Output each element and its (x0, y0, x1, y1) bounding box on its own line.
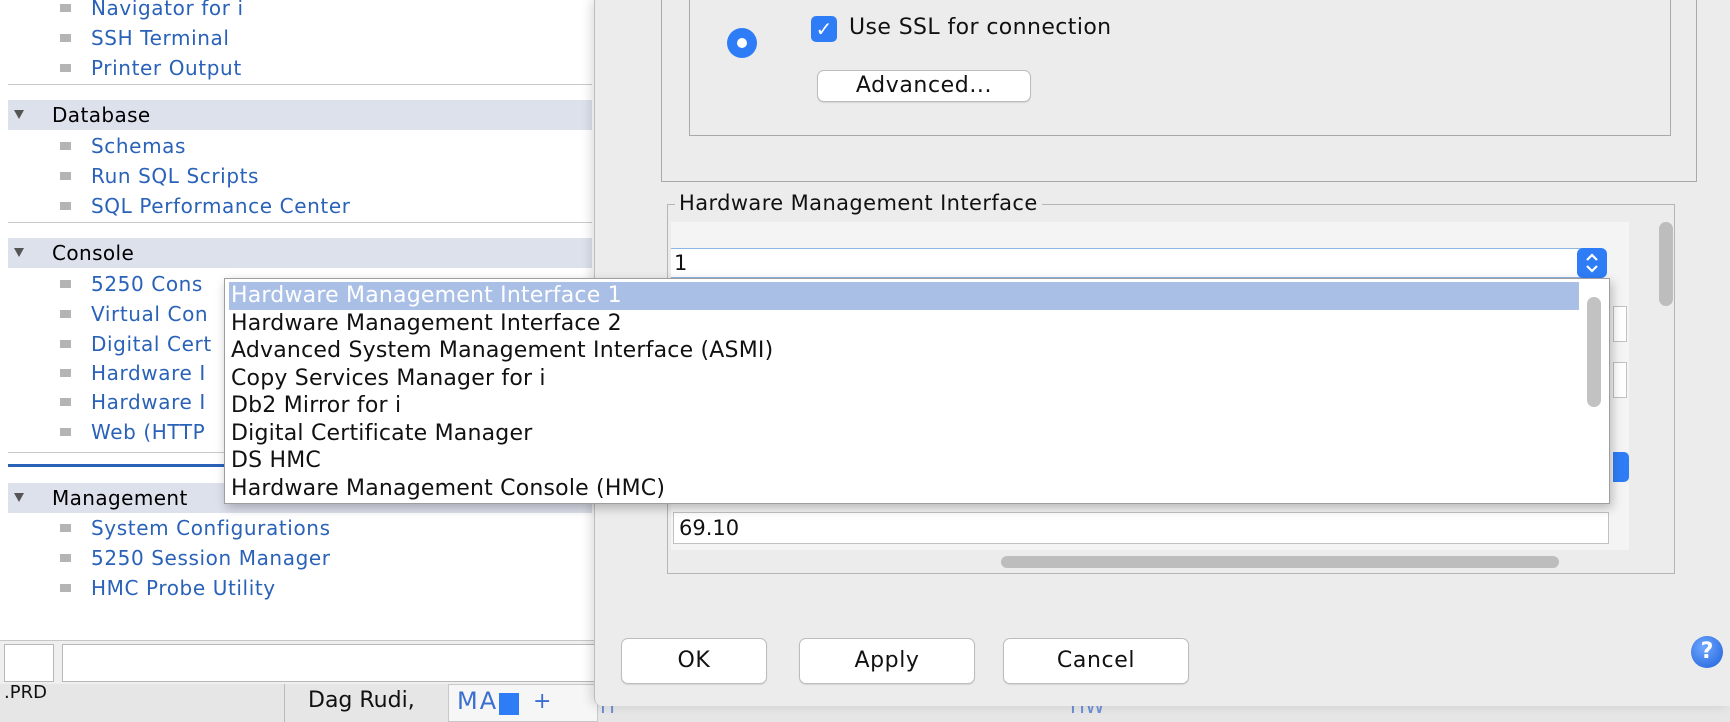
system-label: .PRD (4, 682, 47, 703)
dropdown-option[interactable]: Hardware Management Interface 1 (229, 282, 1579, 310)
nav-item-schemas[interactable]: Schemas (60, 132, 186, 160)
section-header-console[interactable]: Console (8, 238, 592, 268)
bullet-icon (60, 368, 71, 377)
help-icon[interactable]: ? (1691, 636, 1723, 668)
bullet-icon (60, 339, 71, 348)
nav-item-system-configurations[interactable]: System Configurations (60, 514, 331, 542)
nav-item-digital-certificate[interactable]: Digital Cert (60, 330, 212, 358)
bullet-icon (60, 201, 71, 210)
dropdown-option[interactable]: Copy Services Manager for i (229, 365, 1579, 393)
section-divider (8, 84, 592, 85)
bullet-icon (60, 279, 71, 288)
cancel-button[interactable]: Cancel (1003, 638, 1189, 684)
hmi-select[interactable]: 1 (671, 248, 1583, 278)
disclosure-triangle-icon[interactable] (14, 110, 24, 119)
use-ssl-label: Use SSL for connection (849, 15, 1112, 40)
hidden-field-edge (1613, 362, 1627, 398)
select-chevron-icon[interactable] (1577, 248, 1607, 278)
nav-item-5250-session-manager[interactable]: 5250 Session Manager (60, 544, 331, 572)
bullet-icon (60, 141, 71, 150)
bullet-icon (60, 427, 71, 436)
disclosure-triangle-icon[interactable] (14, 493, 24, 502)
bullet-icon (60, 63, 71, 72)
dropdown-option[interactable]: Db2 Mirror for i (229, 392, 1579, 420)
cursor-block (499, 693, 519, 715)
nav-item-navigator-for-i[interactable]: Navigator for i (60, 0, 244, 22)
nav-item-5250-console[interactable]: 5250 Cons (60, 270, 203, 298)
advanced-button[interactable]: Advanced... (817, 70, 1031, 102)
bullet-icon (60, 523, 71, 532)
nav-item-printer-output[interactable]: Printer Output (60, 54, 242, 82)
dropdown-option[interactable]: Hardware Management Interface 2 (229, 310, 1579, 338)
bullet-icon (60, 33, 71, 42)
nav-item-hmc-probe-utility[interactable]: HMC Probe Utility (60, 574, 276, 602)
dropdown-scrollbar[interactable] (1587, 297, 1601, 407)
horizontal-scrollbar[interactable] (1001, 556, 1559, 568)
user-label: Dag Rudi, (308, 688, 415, 713)
updown-chevron-icon (1586, 253, 1598, 273)
dropdown-option[interactable]: Hardware Management Console (HMC) (229, 475, 1579, 503)
session-tab[interactable]: MA + (448, 684, 598, 722)
filter-input[interactable] (62, 644, 596, 682)
nav-item-hardware-2[interactable]: Hardware I (60, 388, 206, 416)
hidden-select-edge (1613, 452, 1629, 482)
bullet-icon (60, 583, 71, 592)
nav-item-hardware-1[interactable]: Hardware I (60, 359, 206, 387)
section-header-database[interactable]: Database (8, 100, 592, 130)
bullet-icon (60, 3, 71, 12)
bullet-icon (60, 171, 71, 180)
ok-button[interactable]: OK (621, 638, 767, 684)
nav-item-virtual-control-panel[interactable]: Virtual Con (60, 300, 208, 328)
nav-item-ssh-terminal[interactable]: SSH Terminal (60, 24, 230, 52)
small-input[interactable] (4, 644, 54, 682)
ip-address-input[interactable]: 69.10 (673, 512, 1609, 544)
dropdown-option[interactable]: DS HMC (229, 447, 1579, 475)
section-divider (8, 222, 592, 223)
dropdown-option[interactable]: Advanced System Management Interface (AS… (229, 337, 1579, 365)
nav-item-sql-performance-center[interactable]: SQL Performance Center (60, 192, 351, 220)
hidden-field-edge (1613, 306, 1627, 342)
dropdown-option[interactable]: Digital Certificate Manager (229, 420, 1579, 448)
left-status-row (0, 640, 600, 684)
apply-button[interactable]: Apply (799, 638, 975, 684)
add-tab-icon[interactable]: + (533, 689, 551, 714)
use-ssl-checkbox[interactable]: ✓ (811, 16, 837, 42)
disclosure-triangle-icon[interactable] (14, 248, 24, 257)
hmi-dropdown-list: Hardware Management Interface 1 Hardware… (224, 278, 1610, 504)
bullet-icon (60, 397, 71, 406)
hmi-legend: Hardware Management Interface (675, 191, 1042, 215)
connection-radio[interactable] (727, 28, 757, 58)
bullet-icon (60, 309, 71, 318)
session-tab-label: MA (457, 687, 499, 715)
nav-item-web-http[interactable]: Web (HTTP (60, 418, 205, 446)
vertical-scrollbar[interactable] (1659, 222, 1673, 306)
bullet-icon (60, 553, 71, 562)
taskbar-divider (284, 684, 285, 722)
nav-item-run-sql-scripts[interactable]: Run SQL Scripts (60, 162, 259, 190)
